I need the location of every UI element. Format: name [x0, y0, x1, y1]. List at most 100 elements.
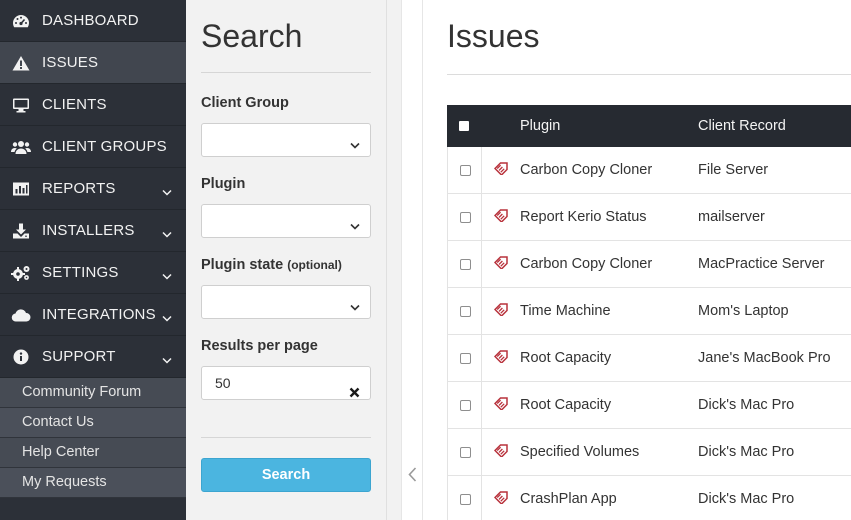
cell-client-record[interactable]: MacPractice Server — [698, 256, 851, 272]
cell-plugin: Carbon Copy Cloner — [520, 256, 653, 272]
chevron-down-icon — [350, 217, 360, 235]
chevron-down-icon — [162, 309, 172, 326]
issue-icon-cell — [481, 429, 520, 475]
results-per-page-value: 50 — [215, 375, 231, 391]
gears-icon — [11, 265, 31, 281]
row-checkbox[interactable] — [459, 258, 471, 270]
plugin-label: Plugin — [201, 176, 246, 192]
column-header-plugin[interactable]: Plugin — [520, 118, 698, 134]
row-checkbox[interactable] — [459, 352, 471, 364]
cell-plugin: Root Capacity — [520, 350, 612, 366]
tag-icon — [493, 490, 509, 508]
table-row[interactable]: CrashPlan App Dick's Mac Pro — [447, 476, 851, 520]
nav-client-groups[interactable]: CLIENT GROUPS — [0, 126, 186, 168]
issue-icon-cell — [481, 476, 520, 520]
nav-label: SUPPORT — [42, 348, 116, 365]
row-checkbox[interactable] — [459, 399, 471, 411]
client-group-select[interactable] — [201, 123, 371, 157]
nav-label: ISSUES — [42, 54, 99, 71]
select-all-checkbox[interactable] — [459, 121, 469, 131]
cell-client-record[interactable]: Mom's Laptop — [698, 303, 851, 319]
warning-icon — [11, 55, 31, 71]
nav-issues[interactable]: ISSUES — [0, 42, 186, 84]
search-title: Search — [201, 18, 303, 54]
support-link-community-forum[interactable]: Community Forum — [0, 378, 186, 408]
dashboard-icon — [11, 13, 31, 29]
tag-icon — [493, 255, 509, 273]
panel-gutter — [387, 0, 401, 520]
cell-client-record[interactable]: mailserver — [698, 209, 851, 225]
chevron-down-icon — [350, 298, 360, 316]
issue-icon-cell — [481, 382, 520, 428]
table-body: Carbon Copy Cloner File Server Report Ke… — [447, 147, 851, 520]
issue-icon-cell — [481, 241, 520, 287]
search-button[interactable]: Search — [201, 458, 371, 492]
support-link-contact-us[interactable]: Contact Us — [0, 408, 186, 438]
chevron-down-icon — [162, 183, 172, 200]
cell-client-record[interactable]: Dick's Mac Pro — [698, 491, 851, 507]
main-content: Issues Plugin Client Record Carbon Copy … — [424, 0, 851, 520]
client-group-label: Client Group — [201, 95, 289, 111]
cell-plugin: CrashPlan App — [520, 491, 617, 507]
nav-label: CLIENTS — [42, 96, 107, 113]
row-select-cell — [448, 305, 482, 317]
search-panel: Search Client Group Plugin Plugin state … — [186, 0, 387, 520]
nav-settings[interactable]: SETTINGS — [0, 252, 186, 294]
nav-installers[interactable]: INSTALLERS — [0, 210, 186, 252]
plugin-select[interactable] — [201, 204, 371, 238]
table-row[interactable]: Time Machine Mom's Laptop — [447, 288, 851, 335]
table-row[interactable]: Specified Volumes Dick's Mac Pro — [447, 429, 851, 476]
issue-icon-cell — [481, 147, 520, 193]
row-select-cell — [448, 446, 482, 458]
column-header-client-record[interactable]: Client Record — [698, 118, 851, 134]
row-select-cell — [448, 258, 482, 270]
collapse-panel-toggle[interactable] — [401, 0, 423, 520]
divider — [201, 437, 371, 438]
row-checkbox[interactable] — [459, 493, 471, 505]
tag-icon — [493, 443, 509, 461]
row-select-cell — [448, 399, 482, 411]
cell-client-record[interactable]: Jane's MacBook Pro — [698, 350, 851, 366]
cell-plugin: Carbon Copy Cloner — [520, 162, 653, 178]
nav-support[interactable]: SUPPORT — [0, 336, 186, 378]
table-row[interactable]: Root Capacity Dick's Mac Pro — [447, 382, 851, 429]
row-checkbox[interactable] — [459, 164, 471, 176]
results-per-page-label: Results per page — [201, 338, 318, 354]
plugin-state-label-text: Plugin state — [201, 257, 284, 273]
nav-label: INSTALLERS — [42, 222, 135, 239]
table-row[interactable]: Report Kerio Status mailserver — [447, 194, 851, 241]
cell-client-record[interactable]: Dick's Mac Pro — [698, 397, 851, 413]
chevron-down-icon — [350, 136, 360, 154]
page-title: Issues — [447, 18, 540, 54]
nav-clients[interactable]: CLIENTS — [0, 84, 186, 126]
chevron-down-icon — [162, 267, 172, 284]
table-row[interactable]: Root Capacity Jane's MacBook Pro — [447, 335, 851, 382]
nav-reports[interactable]: REPORTS — [0, 168, 186, 210]
tag-icon — [493, 396, 509, 414]
nav-label: INTEGRATIONS — [42, 306, 156, 323]
support-link-my-requests[interactable]: My Requests — [0, 468, 186, 498]
row-checkbox[interactable] — [459, 211, 471, 223]
nav-integrations[interactable]: INTEGRATIONS — [0, 294, 186, 336]
cell-client-record[interactable]: Dick's Mac Pro — [698, 444, 851, 460]
table-row[interactable]: Carbon Copy Cloner MacPractice Server — [447, 241, 851, 288]
support-link-help-center[interactable]: Help Center — [0, 438, 186, 468]
plugin-state-select[interactable] — [201, 285, 371, 319]
clear-icon[interactable] — [349, 377, 360, 409]
table-row[interactable]: Carbon Copy Cloner File Server — [447, 147, 851, 194]
cell-plugin: Report Kerio Status — [520, 209, 647, 225]
bar-chart-icon — [11, 181, 31, 197]
nav-dashboard[interactable]: DASHBOARD — [0, 0, 186, 42]
nav-label: CLIENT GROUPS — [42, 138, 167, 155]
cell-plugin: Root Capacity — [520, 397, 612, 413]
nav-label: DASHBOARD — [42, 12, 139, 29]
results-per-page-input[interactable]: 50 — [201, 366, 371, 400]
row-checkbox[interactable] — [459, 305, 471, 317]
cloud-icon — [11, 308, 31, 322]
cell-client-record[interactable]: File Server — [698, 162, 851, 178]
issue-icon-cell — [481, 194, 520, 240]
sidebar: DASHBOARD ISSUES CLIENTS CLIENT GROUPS R… — [0, 0, 186, 520]
tag-icon — [493, 161, 509, 179]
support-submenu: Community Forum Contact Us Help Center M… — [0, 378, 186, 498]
row-checkbox[interactable] — [459, 446, 471, 458]
